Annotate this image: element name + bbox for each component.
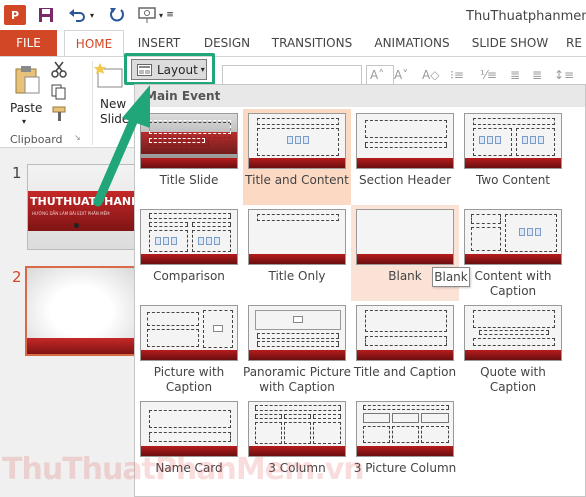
copy-icon[interactable] bbox=[50, 83, 68, 101]
bullets-icon[interactable]: ⁝≡ bbox=[450, 68, 464, 82]
decrease-font-icon[interactable]: A˅ bbox=[394, 68, 408, 82]
layout-label: Section Header bbox=[358, 173, 452, 187]
group-divider bbox=[92, 61, 93, 145]
layout-two-content[interactable]: Two Content bbox=[459, 109, 567, 205]
thumbnail-title: THUTHUATPHANME bbox=[30, 195, 136, 208]
layout-title-and-content[interactable]: Title and Content bbox=[243, 109, 351, 205]
tab-review[interactable]: RE bbox=[566, 30, 586, 56]
cut-icon[interactable] bbox=[50, 61, 68, 79]
tab-transitions[interactable]: TRANSITIONS bbox=[270, 30, 354, 56]
thumbnail-subtitle: HƯỚNG DẪN LÀM BÀI EDIT PHẦN MỀM bbox=[32, 211, 110, 216]
new-slide-icon[interactable] bbox=[94, 61, 124, 91]
clipboard-icon bbox=[14, 65, 40, 95]
slide-thumbnail-1[interactable]: THUTHUATPHANME HƯỚNG DẪN LÀM BÀI EDIT PH… bbox=[27, 164, 137, 250]
slide-thumbnails-panel: 1 THUTHUATPHANME HƯỚNG DẪN LÀM BÀI EDIT … bbox=[0, 148, 137, 497]
layout-label: Panoramic Picture with Caption bbox=[243, 365, 351, 394]
document-title: ThuThuatphanmem.pp bbox=[466, 9, 586, 24]
layout-highlight-box bbox=[124, 53, 215, 85]
font-name-box[interactable] bbox=[222, 65, 362, 85]
powerpoint-logo-icon[interactable]: P bbox=[4, 5, 26, 25]
clipboard-launcher-icon[interactable]: ↘ bbox=[74, 133, 81, 142]
layout-label: Quote with Caption bbox=[480, 365, 546, 394]
slide-number: 1 bbox=[12, 164, 22, 182]
numbering-icon[interactable]: ⅟≡ bbox=[480, 68, 497, 82]
tab-animations[interactable]: ANIMATIONS bbox=[370, 30, 454, 56]
layout-label: Title Only bbox=[268, 269, 326, 283]
paste-button[interactable]: Paste ▾ bbox=[6, 61, 50, 126]
customize-toolbar-icon[interactable]: ≡ bbox=[165, 6, 175, 24]
layout-section-header[interactable]: Section Header bbox=[351, 109, 459, 205]
redo-icon[interactable] bbox=[108, 6, 126, 24]
decrease-indent-icon[interactable]: ≣ bbox=[510, 68, 520, 82]
line-spacing-icon[interactable]: ↕≡ bbox=[554, 68, 574, 82]
layout-content-with-caption[interactable]: Content with Caption bbox=[459, 205, 567, 301]
layout-title-slide[interactable]: Title Slide bbox=[135, 109, 243, 205]
layout-panoramic-picture-with-caption[interactable]: Panoramic Picture with Caption bbox=[243, 301, 351, 397]
tab-home[interactable]: HOME bbox=[64, 30, 124, 56]
layout-label: Comparison bbox=[153, 269, 225, 283]
layout-gallery: Main Event Title Slide Title and Content… bbox=[134, 84, 586, 497]
undo-dropdown-icon[interactable]: ▾ bbox=[87, 6, 97, 24]
gallery-header-label: Main Event bbox=[145, 89, 221, 103]
gallery-header: Main Event bbox=[135, 85, 585, 107]
layout-label: Title and Caption bbox=[353, 365, 457, 379]
layout-title-only[interactable]: Title Only bbox=[243, 205, 351, 301]
slide-number: 2 bbox=[12, 268, 22, 286]
blank-tooltip: Blank bbox=[432, 267, 470, 287]
layout-quote-with-caption[interactable]: Quote with Caption bbox=[459, 301, 567, 397]
increase-font-icon[interactable]: A˄ bbox=[370, 68, 384, 82]
watermark: ThuThuatPhanMem.vn bbox=[2, 452, 365, 487]
increase-indent-icon[interactable]: ≣ bbox=[532, 68, 542, 82]
save-icon[interactable] bbox=[38, 6, 54, 24]
format-painter-icon[interactable] bbox=[50, 105, 68, 123]
ribbon-tabs: FILE HOME INSERT DESIGN TRANSITIONS ANIM… bbox=[0, 30, 586, 56]
undo-icon[interactable] bbox=[68, 6, 86, 24]
layout-label: Picture with Caption bbox=[153, 365, 225, 394]
present-from-start-icon[interactable] bbox=[137, 6, 157, 24]
clear-format-icon[interactable]: A◇ bbox=[422, 68, 439, 82]
paste-dropdown-icon[interactable]: ▾ bbox=[22, 117, 26, 126]
layout-3-picture-column[interactable]: 3 Picture Column bbox=[351, 397, 459, 493]
paste-label: Paste bbox=[10, 101, 43, 115]
layout-label: Content with Caption bbox=[474, 269, 552, 298]
title-bar: P ▾ ▾ ≡ ThuThuatphanmem.pp bbox=[0, 0, 586, 30]
layout-label: Two Content bbox=[475, 173, 551, 187]
layout-label: Title Slide bbox=[159, 173, 219, 187]
layout-label: 3 Picture Column bbox=[353, 461, 457, 475]
layout-comparison[interactable]: Comparison bbox=[135, 205, 243, 301]
slide-thumbnail-2[interactable] bbox=[25, 266, 137, 356]
clipboard-group-label: Clipboard bbox=[10, 133, 63, 146]
layout-title-and-caption[interactable]: Title and Caption bbox=[351, 301, 459, 397]
layout-label: Title and Content bbox=[245, 173, 349, 187]
layout-picture-with-caption[interactable]: Picture with Caption bbox=[135, 301, 243, 397]
tab-file[interactable]: FILE bbox=[0, 30, 57, 56]
tab-slide-show[interactable]: SLIDE SHOW bbox=[468, 30, 552, 56]
